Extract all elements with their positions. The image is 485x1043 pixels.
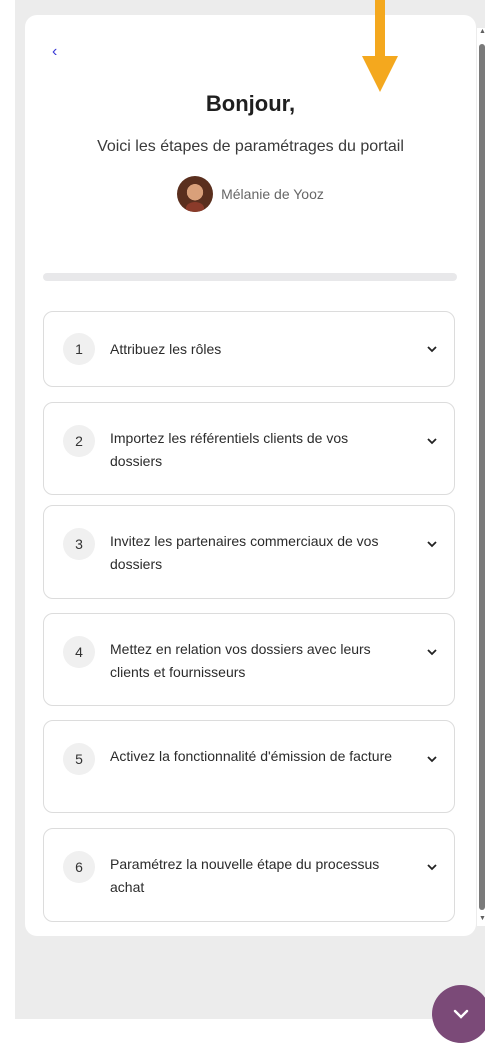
scroll-down-icon[interactable]: ▼ [479,915,485,923]
progress-bar [43,273,457,281]
chevron-down-icon[interactable] [426,753,438,765]
step-number: 2 [63,425,95,457]
step-number: 1 [63,333,95,365]
scroll-down-button[interactable] [432,985,485,1043]
chevron-down-icon[interactable] [426,538,438,550]
chevron-down-icon[interactable] [426,861,438,873]
step-item-2[interactable]: 2 Importez les référentiels clients de v… [43,402,455,495]
arrow-down-icon [362,0,398,92]
step-label: Attribuez les rôles [110,341,222,357]
step-number: 3 [63,528,95,560]
page-subtitle: Voici les étapes de paramétrages du port… [97,138,404,155]
step-item-3[interactable]: 3 Invitez les partenaires commerciaux de… [43,505,455,599]
step-label: Activez la fonctionnalité d'émission de … [110,748,393,764]
scroll-up-icon[interactable]: ▲ [479,28,485,36]
step-number: 4 [63,636,95,668]
chevron-down-icon[interactable] [426,646,438,658]
step-number: 6 [63,851,95,883]
chevron-down-icon [453,1009,469,1019]
step-number: 5 [63,743,95,775]
step-item-5[interactable]: 5 Activez la fonctionnalité d'émission d… [43,720,455,813]
chevron-left-icon: ‹ [52,43,58,60]
step-label: Mettez en relation vos dossiers avec leu… [110,641,371,680]
page-title: Bonjour, [205,91,296,116]
step-label: Importez les référentiels clients de vos… [110,430,349,469]
user-info: Mélanie de Yooz [25,176,476,212]
step-label: Invitez les partenaires commerciaux de v… [110,533,379,572]
step-item-1[interactable]: 1 Attribuez les rôles [43,311,455,387]
step-item-4[interactable]: 4 Mettez en relation vos dossiers avec l… [43,613,455,706]
user-name: Mélanie de Yooz [221,186,324,202]
onboarding-panel: ‹ Bonjour, Voici les étapes de paramétra… [25,15,476,936]
chevron-down-icon[interactable] [426,343,438,355]
step-label: Paramétrez la nouvelle étape du processu… [110,856,380,895]
scrollbar-thumb[interactable] [479,44,485,910]
step-item-6[interactable]: 6 Paramétrez la nouvelle étape du proces… [43,828,455,922]
chevron-down-icon[interactable] [426,435,438,447]
avatar [177,176,214,212]
back-button[interactable]: ‹ [52,43,66,61]
